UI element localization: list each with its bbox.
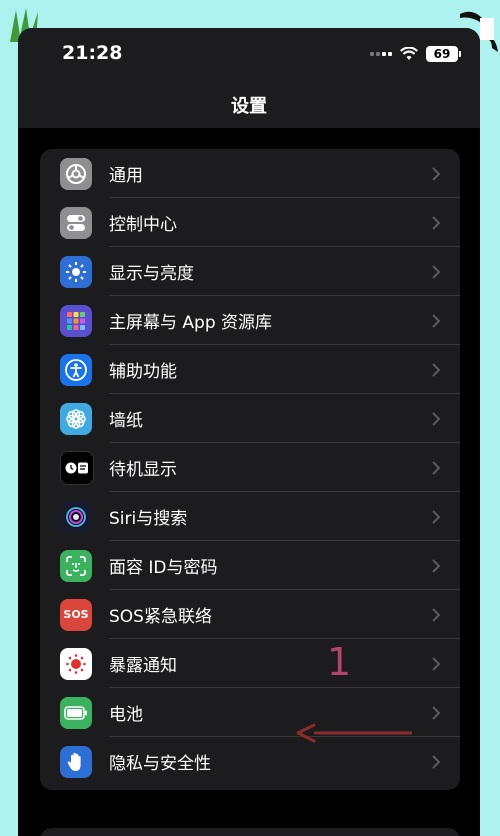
sos-icon: SOS: [60, 598, 92, 631]
settings-row-accessibility[interactable]: 辅助功能: [40, 345, 460, 394]
settings-row-label: 暴露通知: [109, 656, 177, 676]
exposure-icon: [60, 647, 92, 680]
settings-row-privacy[interactable]: 隐私与安全性: [40, 737, 460, 786]
settings-row-label: 面容 ID与密码: [109, 558, 218, 578]
settings-row-sos[interactable]: SOS SOS紧急联络: [40, 590, 460, 639]
annotation-arrow: [296, 723, 412, 743]
settings-row-label: 显示与亮度: [109, 264, 194, 284]
phone-screen: 21:28 69 设置 通用 控制中心 显示与亮度 主屏幕与 App 资源库 辅…: [18, 28, 480, 836]
face-id-icon: [60, 549, 92, 582]
chevron-right-icon: [432, 607, 440, 622]
status-time: 21:28: [62, 42, 123, 64]
toggles-icon: [60, 206, 92, 239]
settings-row-wallpaper[interactable]: 墙纸: [40, 394, 460, 443]
settings-row-home-screen[interactable]: 主屏幕与 App 资源库: [40, 296, 460, 345]
chevron-right-icon: [432, 362, 440, 377]
sos-icon-text: SOS: [63, 608, 89, 621]
settings-row-label: 控制中心: [109, 215, 177, 235]
settings-row-face-id[interactable]: 面容 ID与密码: [40, 541, 460, 590]
sun-icon: [60, 255, 92, 288]
settings-row-label: SOS紧急联络: [109, 607, 212, 627]
chevron-right-icon: [432, 656, 440, 671]
settings-row-standby[interactable]: 待机显示: [40, 443, 460, 492]
annotation-number: 1: [327, 640, 352, 684]
flower-icon: [60, 402, 92, 435]
settings-row-display[interactable]: 显示与亮度: [40, 247, 460, 296]
gear-icon: [60, 157, 92, 190]
settings-row-general[interactable]: 通用: [40, 149, 460, 198]
chevron-right-icon: [432, 313, 440, 328]
settings-row-siri[interactable]: Siri与搜索: [40, 492, 460, 541]
chevron-right-icon: [432, 460, 440, 475]
settings-list: 通用 控制中心 显示与亮度 主屏幕与 App 资源库 辅助功能 墙纸 待机显示 …: [40, 149, 460, 790]
settings-row-label: 通用: [109, 166, 143, 186]
settings-row-label: 待机显示: [109, 460, 177, 480]
chevron-right-icon: [432, 166, 440, 181]
battery-indicator: 69: [426, 46, 461, 62]
cellular-signal-icon: [370, 52, 392, 56]
wifi-icon: [400, 47, 418, 60]
battery-icon: [60, 696, 92, 729]
accessibility-icon: [60, 353, 92, 386]
settings-list-next-group: [40, 828, 460, 836]
chevron-right-icon: [432, 509, 440, 524]
settings-row-label: 主屏幕与 App 资源库: [109, 313, 273, 333]
settings-row-label: 电池: [109, 705, 143, 725]
chevron-right-icon: [432, 754, 440, 769]
settings-row-label: 辅助功能: [109, 362, 177, 382]
chevron-right-icon: [432, 264, 440, 279]
chevron-right-icon: [432, 705, 440, 720]
settings-row-control-center[interactable]: 控制中心: [40, 198, 460, 247]
chevron-right-icon: [432, 411, 440, 426]
siri-icon: [60, 500, 92, 533]
standby-icon: [60, 450, 94, 485]
settings-row-label: Siri与搜索: [109, 509, 188, 529]
chevron-right-icon: [432, 558, 440, 573]
chevron-right-icon: [432, 215, 440, 230]
page-title: 设置: [231, 96, 267, 117]
app-grid-icon: [60, 304, 92, 337]
hand-icon: [60, 745, 92, 778]
top-bar: 21:28 69 设置: [18, 28, 480, 128]
settings-row-label: 隐私与安全性: [109, 754, 211, 774]
settings-row-label: 墙纸: [109, 411, 143, 431]
status-icons: 69: [370, 46, 461, 62]
settings-row-exposure[interactable]: 暴露通知: [40, 639, 460, 688]
